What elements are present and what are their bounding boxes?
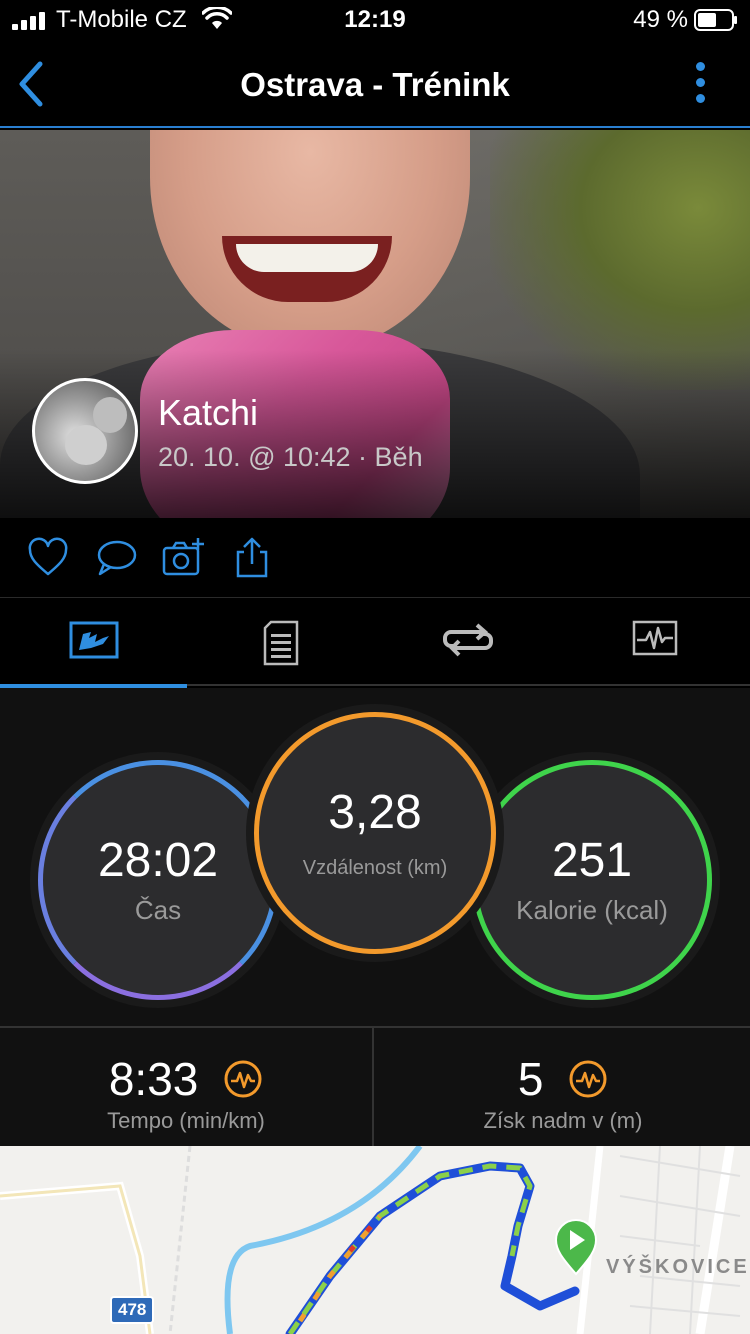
details-icon: [263, 620, 298, 666]
nav-bar: Ostrava - Trénink: [0, 40, 750, 128]
chart-icon: [632, 620, 677, 656]
distance-value: 3,28: [328, 786, 422, 839]
route-map[interactable]: VÝŠKOVICE 478: [0, 1146, 750, 1334]
pace-label: Tempo (min/km): [107, 1108, 265, 1133]
tab-laps[interactable]: [374, 598, 561, 686]
performance-badge-icon: [569, 1060, 607, 1098]
distance-label: Vzdálenost (km): [302, 857, 448, 879]
battery-icon: [694, 9, 737, 31]
user-name[interactable]: Katchi: [158, 392, 258, 434]
status-bar: T-Mobile CZ 12:19 49 %: [0, 0, 750, 40]
tab-overview[interactable]: [0, 598, 187, 688]
tab-charts[interactable]: [561, 598, 748, 686]
time-label: Čas: [134, 895, 182, 925]
activity-meta: 20. 10. @ 10:42 · Běh: [158, 442, 423, 472]
add-photo-icon[interactable]: [162, 536, 206, 580]
activity-photo[interactable]: Katchi 20. 10. @ 10:42 · Běh: [0, 130, 750, 518]
time-value: 28:02: [97, 834, 219, 887]
page-title: Ostrava - Trénink: [240, 66, 510, 103]
laps-icon: [442, 623, 493, 657]
pace-value: 8:33: [108, 1052, 199, 1105]
calories-label: Kalorie (kcal): [516, 895, 668, 925]
action-row: [0, 518, 750, 598]
tab-bar: [0, 598, 750, 688]
share-icon[interactable]: [230, 536, 274, 580]
distance-ring[interactable]: 3,28 Vzdálenost (km): [254, 712, 496, 954]
comment-icon[interactable]: [94, 536, 138, 580]
overview-icon: [69, 621, 118, 659]
road-number-badge: 478: [110, 1296, 155, 1324]
elevation-value: 5: [517, 1052, 544, 1105]
map-place-label: VÝŠKOVICE: [606, 1256, 750, 1278]
secondary-metrics: 8:33 Tempo (min/km) 5 Získ nadm v (m): [0, 1026, 750, 1148]
stats-panel: 28:02 Čas 251 Kalorie (kcal) 3,28 Vzdále…: [0, 688, 750, 1026]
like-icon[interactable]: [26, 536, 70, 580]
time-ring[interactable]: 28:02 Čas: [38, 760, 278, 1000]
pace-metric[interactable]: 8:33 Tempo (min/km): [0, 1028, 374, 1148]
calories-value: 251: [551, 834, 633, 887]
battery-percentage: 49 %: [633, 6, 688, 33]
elevation-label: Získ nadm v (m): [483, 1108, 643, 1133]
elevation-metric[interactable]: 5 Získ nadm v (m): [376, 1028, 750, 1148]
avatar[interactable]: [32, 378, 138, 484]
calories-ring[interactable]: 251 Kalorie (kcal): [472, 760, 712, 1000]
performance-badge-icon: [224, 1060, 262, 1098]
tab-details[interactable]: [187, 598, 374, 686]
more-options-icon[interactable]: [694, 62, 706, 108]
